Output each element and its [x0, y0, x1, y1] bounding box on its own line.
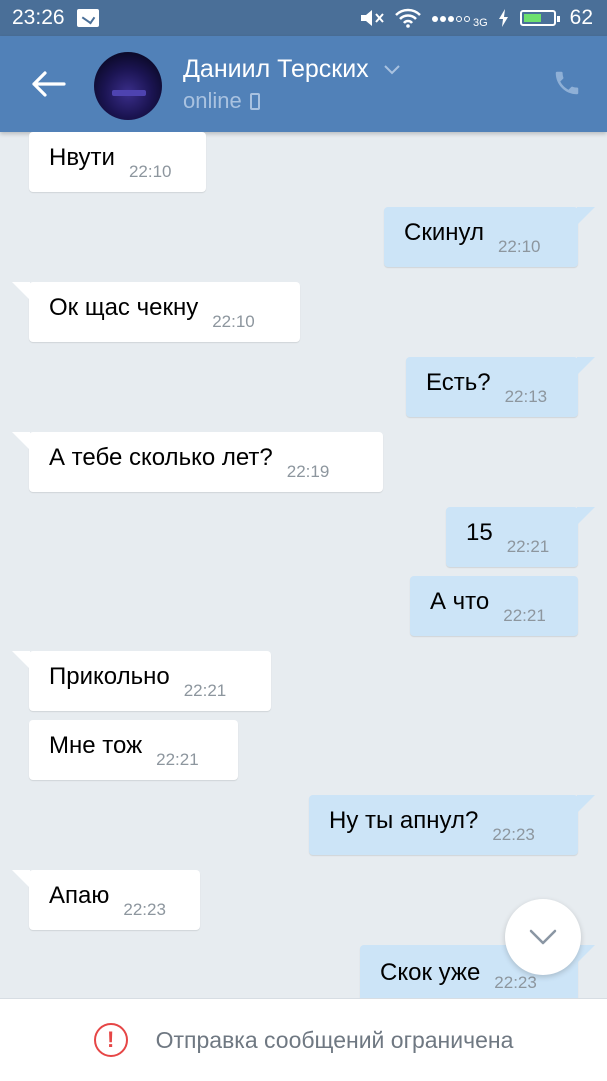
- chevron-down-icon: [529, 929, 557, 945]
- incoming-message[interactable]: Апаю 22:23: [29, 870, 200, 930]
- bubble-tail: [577, 945, 595, 963]
- outgoing-message[interactable]: Есть? 22:13: [406, 357, 578, 417]
- message-text: Ок щас чекну: [49, 294, 199, 321]
- notification-icon: [76, 9, 99, 27]
- message-text: Апаю: [49, 882, 110, 909]
- message-time: 22:23: [492, 825, 535, 844]
- bubble-tail: [577, 357, 595, 375]
- message-text: А что: [430, 588, 490, 615]
- scroll-down-button[interactable]: [505, 899, 581, 975]
- message-text: Нвути: [49, 144, 115, 171]
- bubble-tail: [12, 282, 30, 300]
- message-time: 22:13: [504, 387, 548, 406]
- outgoing-message[interactable]: 15 22:21: [446, 507, 578, 567]
- message-time: 22:10: [212, 312, 255, 331]
- message-text: Прикольно: [49, 663, 170, 690]
- restriction-bar: ! Отправка сообщений ограничена: [0, 998, 607, 1081]
- bubble-tail: [12, 870, 30, 888]
- status-time: 23:26: [12, 6, 65, 29]
- bubble-tail: [577, 207, 595, 225]
- message-time: 22:10: [128, 162, 172, 181]
- message-time: 22:23: [123, 900, 166, 919]
- battery-icon: [519, 10, 560, 26]
- message-time: 22:21: [503, 606, 546, 625]
- contact-status: online: [183, 88, 242, 113]
- message-time: 22:21: [183, 681, 227, 700]
- mute-icon: [360, 10, 384, 26]
- back-arrow-icon[interactable]: [30, 70, 66, 98]
- chat-header: Даниил Терских online: [0, 36, 607, 132]
- outgoing-message[interactable]: Скинул 22:10: [384, 207, 578, 267]
- message-text: Мне тож: [49, 732, 143, 759]
- message-time: 22:19: [286, 462, 330, 481]
- message-time: 22:23: [494, 973, 537, 992]
- contact-name: Даниил Терских: [183, 55, 369, 83]
- message-text: Скок уже: [380, 959, 481, 986]
- mobile-phone-icon: [249, 92, 260, 110]
- incoming-message[interactable]: Мне тож 22:21: [29, 720, 238, 780]
- chevron-down-icon: [383, 65, 400, 75]
- wifi-icon: [395, 8, 421, 28]
- contact-status-line: online: [183, 88, 260, 114]
- outgoing-message[interactable]: Ну ты апнул? 22:23: [309, 795, 578, 855]
- alert-circle-icon: !: [93, 1023, 128, 1057]
- contact-name-wrapper[interactable]: Даниил Терских: [183, 55, 400, 84]
- status-bar: 23:26 3G 62: [0, 0, 607, 36]
- message-text: 15: [466, 519, 493, 546]
- call-icon[interactable]: [552, 68, 582, 98]
- incoming-message[interactable]: Прикольно 22:21: [29, 651, 271, 711]
- outgoing-message[interactable]: А что 22:21: [410, 576, 578, 636]
- incoming-message[interactable]: Ок щас чекну 22:10: [29, 282, 300, 342]
- bubble-tail: [577, 795, 595, 813]
- bubble-tail: [577, 507, 595, 525]
- battery-level: 62: [569, 6, 593, 29]
- charging-icon: [498, 9, 508, 27]
- bubble-tail: [12, 432, 30, 450]
- message-text: Ну ты апнул?: [329, 807, 479, 834]
- bubble-tail: [12, 651, 30, 669]
- incoming-message[interactable]: Нвути 22:10: [29, 132, 206, 192]
- avatar[interactable]: [94, 52, 162, 120]
- message-time: 22:21: [156, 750, 199, 769]
- message-time: 22:10: [497, 237, 541, 256]
- signal-icon: [431, 16, 470, 22]
- message-text: А тебе сколько лет?: [49, 444, 273, 471]
- restriction-text: Отправка сообщений ограничена: [155, 1026, 514, 1053]
- message-text: Есть?: [426, 369, 491, 396]
- network-type: 3G: [472, 17, 488, 29]
- message-time: 22:21: [506, 537, 550, 556]
- incoming-message[interactable]: А тебе сколько лет? 22:19: [29, 432, 383, 492]
- message-text: Скинул: [404, 219, 484, 246]
